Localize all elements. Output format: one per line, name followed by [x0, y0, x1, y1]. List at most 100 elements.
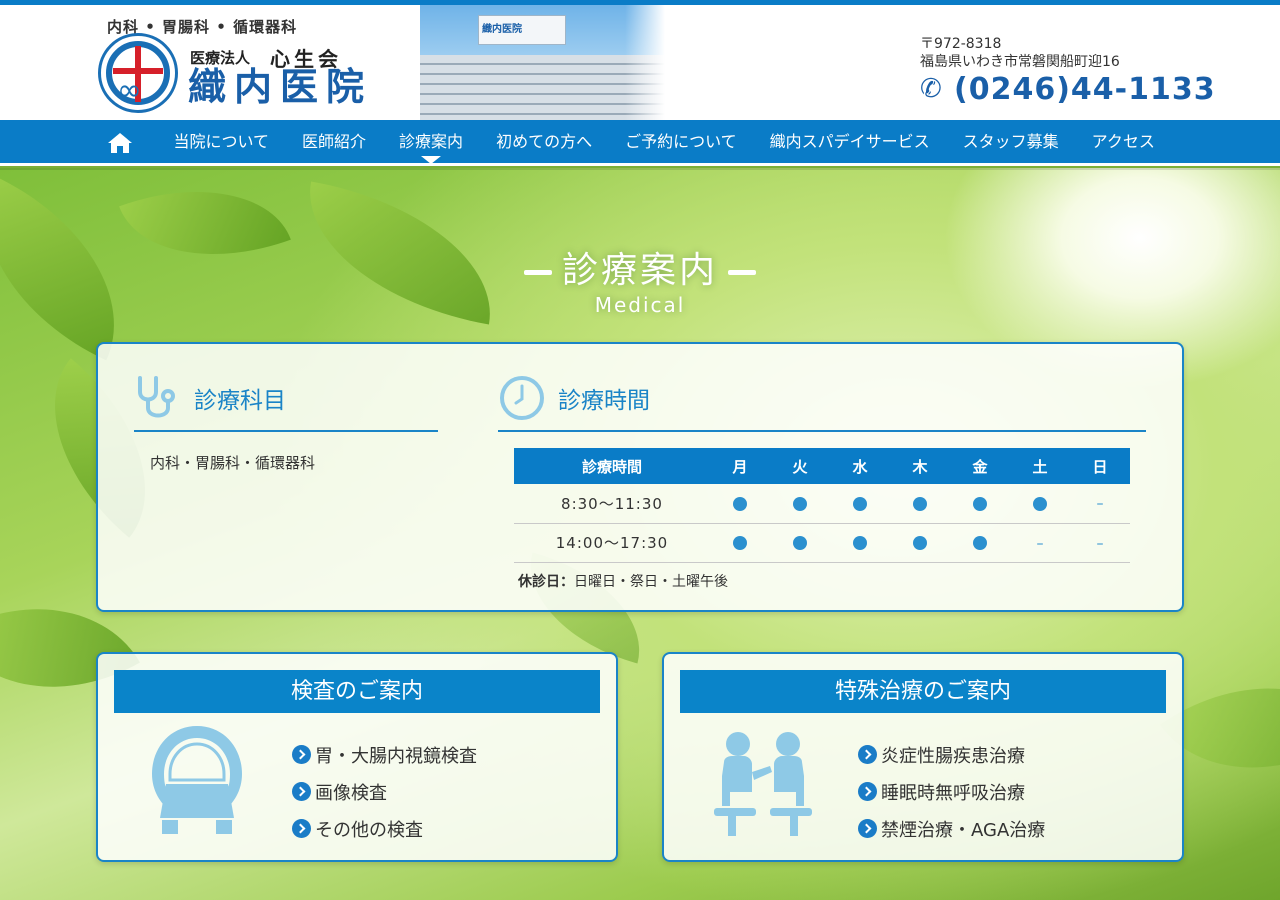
- day-header: 土: [1010, 448, 1070, 484]
- open-mark-cell: [710, 484, 770, 524]
- exams-title[interactable]: 検査のご案内: [114, 670, 600, 713]
- clock-icon: [500, 376, 544, 420]
- chevron-right-icon: [292, 782, 311, 801]
- chevron-right-icon: [858, 782, 877, 801]
- chevron-right-icon: [292, 819, 311, 838]
- open-mark-cell: [710, 523, 770, 563]
- phone-icon: ✆: [920, 74, 942, 104]
- building-sign: 織内医院: [482, 24, 522, 35]
- nav-item-doctors[interactable]: 医師紹介: [286, 120, 383, 166]
- nav-item-recruit[interactable]: スタッフ募集: [946, 120, 1075, 166]
- special-treatment-list: 炎症性腸疾患治療 睡眠時無呼吸治療 禁煙治療・AGA治療: [858, 736, 1045, 847]
- list-item[interactable]: 胃・大腸内視鏡検査: [292, 736, 477, 773]
- open-mark-cell: [770, 523, 830, 563]
- closed-days-label: 休診日：: [518, 574, 574, 590]
- page-subtitle: Medical: [594, 293, 686, 317]
- nav-items: 当院について 医師紹介 診療案内 初めての方へ ご予約について 織内スパデイサー…: [100, 120, 1171, 166]
- day-header: 木: [890, 448, 950, 484]
- open-mark-cell: [770, 484, 830, 524]
- open-mark-cell: [1010, 484, 1070, 524]
- page-heading: 診療案内 Medical: [0, 248, 1280, 316]
- open-dot-icon: [973, 496, 987, 511]
- open-mark-cell: [830, 484, 890, 524]
- open-dot-icon: [913, 496, 927, 511]
- open-mark-cell: [890, 523, 950, 563]
- open-dot-icon: [733, 496, 747, 511]
- table-row: 8:30～11:30 –: [514, 484, 1130, 524]
- closed-days-note: 休診日：日曜日・祭日・土曜午後: [518, 571, 728, 591]
- nav-shadow: [0, 166, 1280, 170]
- closed-mark-cell: –: [1070, 523, 1130, 563]
- clinic-building-photo: 織内医院: [420, 5, 665, 120]
- exams-panel: 検査のご案内 胃・大腸内視鏡検査 画像検査 その他の検査: [96, 652, 618, 862]
- closed-mark: –: [1096, 496, 1104, 513]
- closed-days-value: 日曜日・祭日・土曜午後: [574, 574, 728, 590]
- global-nav: 当院について 医師紹介 診療案内 初めての方へ ご予約について 織内スパデイサー…: [0, 120, 1280, 166]
- hours-table-header: 診療時間 月 火 水 木 金 土 日: [514, 448, 1130, 484]
- phone-contact[interactable]: ✆ (0246)44-1133: [920, 71, 1216, 107]
- list-item[interactable]: 睡眠時無呼吸治療: [858, 773, 1045, 810]
- list-item[interactable]: 炎症性腸疾患治療: [858, 736, 1045, 773]
- title-dash-right: [728, 269, 756, 275]
- nav-home-link[interactable]: [100, 120, 140, 166]
- closed-mark: –: [1036, 535, 1044, 552]
- open-dot-icon: [853, 496, 867, 511]
- hours-title: 診療時間: [558, 388, 650, 414]
- departments-heading: 診療科目: [134, 366, 438, 432]
- hours-time-cell: 14:00～17:30: [514, 523, 710, 563]
- list-item[interactable]: 禁煙治療・AGA治療: [858, 810, 1045, 847]
- hours-table-body: 8:30～11:30 – 14:00～17:30 – –: [514, 484, 1130, 563]
- chevron-right-icon: [858, 745, 877, 764]
- open-mark-cell: [950, 523, 1010, 563]
- exams-list: 胃・大腸内視鏡検査 画像検査 その他の検査: [292, 736, 477, 847]
- open-dot-icon: [1033, 496, 1047, 511]
- day-header: 金: [950, 448, 1010, 484]
- postal-code: 〒972-8318: [920, 36, 1002, 52]
- nav-item-spa-day-service[interactable]: 織内スパデイサービス: [753, 120, 946, 166]
- hours-table: 診療時間 月 火 水 木 金 土 日 8:30～11:30–14:00～17:3…: [514, 448, 1130, 563]
- title-dash-left: [523, 269, 552, 275]
- clinic-name-logo[interactable]: 織内医院: [188, 67, 372, 107]
- stethoscope-icon: [138, 376, 175, 418]
- open-mark-cell: [950, 484, 1010, 524]
- address: 福島県いわき市常磐関船町迎16: [920, 54, 1120, 70]
- open-mark-cell: [890, 484, 950, 524]
- nav-item-about[interactable]: 当院について: [157, 120, 286, 166]
- nav-item-medical[interactable]: 診療案内: [383, 120, 480, 166]
- nav-item-reservation[interactable]: ご予約について: [609, 120, 754, 166]
- closed-mark-cell: –: [1070, 484, 1130, 524]
- consultation-icon: [714, 732, 812, 836]
- open-dot-icon: [913, 536, 927, 550]
- departments-text: 内科・胃腸科・循環器科: [150, 454, 316, 472]
- open-dot-icon: [973, 536, 987, 550]
- day-header: 水: [830, 448, 890, 484]
- day-header: 火: [770, 448, 830, 484]
- open-dot-icon: [853, 536, 867, 550]
- table-row: 14:00～17:30 – –: [514, 523, 1130, 563]
- nav-item-access[interactable]: アクセス: [1075, 120, 1171, 166]
- clinic-logo-icon[interactable]: ∞: [98, 33, 178, 113]
- hours-header-label: 診療時間: [514, 448, 710, 484]
- special-treatment-title[interactable]: 特殊治療のご案内: [680, 670, 1166, 713]
- day-header: 日: [1070, 448, 1130, 484]
- hours-heading: 診療時間: [498, 366, 1146, 432]
- closed-mark-cell: –: [1010, 523, 1070, 563]
- special-treatment-panel: 特殊治療のご案内 炎症性腸疾患治療 睡眠時無呼吸治療 禁煙治療・AGA治療: [662, 652, 1184, 862]
- phone-number[interactable]: (0246)44-1133: [954, 72, 1216, 107]
- nav-item-first-visit[interactable]: 初めての方へ: [480, 120, 609, 166]
- page-title: 診療案内: [561, 250, 718, 291]
- site-header: 内科 • 胃腸科 • 循環器科 ∞ 医療法人 心生会 織内医院 織内医院 〒97…: [0, 5, 1280, 120]
- open-dot-icon: [793, 496, 807, 511]
- open-mark-cell: [830, 523, 890, 563]
- medical-info-panel: 診療科目 内科・胃腸科・循環器科 診療時間 診療時間 月 火 水 木 金 土 日…: [96, 342, 1184, 612]
- list-item[interactable]: 画像検査: [292, 773, 477, 810]
- hours-time-cell: 8:30～11:30: [514, 484, 710, 524]
- day-header: 月: [710, 448, 770, 484]
- closed-mark: –: [1096, 535, 1104, 552]
- open-dot-icon: [733, 536, 747, 550]
- mri-scanner-icon: [152, 726, 242, 834]
- list-item[interactable]: その他の検査: [292, 810, 477, 847]
- home-icon: [108, 133, 132, 153]
- chevron-right-icon: [858, 819, 877, 838]
- open-dot-icon: [793, 536, 807, 550]
